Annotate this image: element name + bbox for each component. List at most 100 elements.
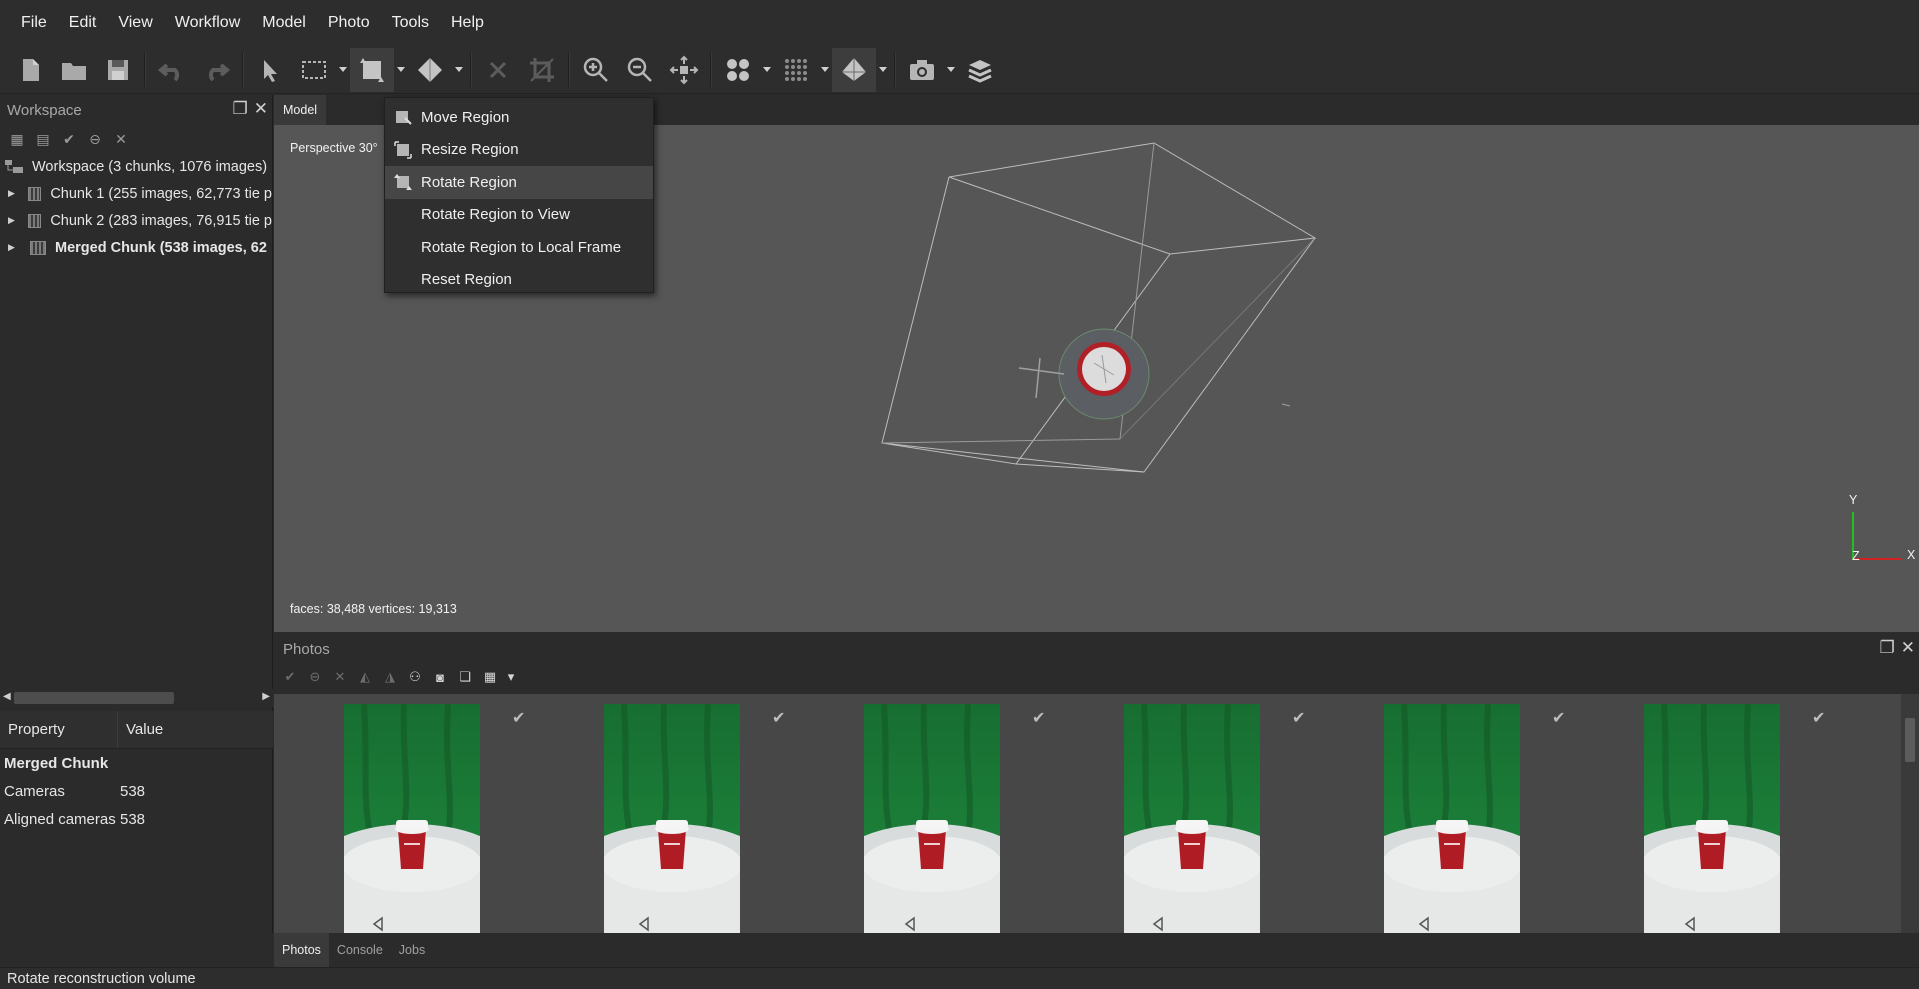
tab-console[interactable]: Console xyxy=(329,933,391,967)
menu-file[interactable]: File xyxy=(10,14,58,32)
selection-dropdown-arrow[interactable] xyxy=(336,48,350,92)
scrollbar-thumb[interactable] xyxy=(1905,718,1915,762)
value-column-header[interactable]: Value xyxy=(118,721,163,738)
expand-arrow-icon[interactable]: ▶ xyxy=(8,215,18,226)
rectangle-selection-icon[interactable] xyxy=(292,48,336,92)
transform-dropdown-arrow[interactable] xyxy=(452,48,466,92)
disable-cameras-icon[interactable]: ⊖ xyxy=(307,669,323,685)
menu-item-reset-region[interactable]: Reset Region xyxy=(385,264,653,297)
scroll-right-arrow-icon[interactable]: ▶ xyxy=(262,691,270,702)
menu-edit[interactable]: Edit xyxy=(58,14,108,32)
menu-view[interactable]: View xyxy=(107,14,163,32)
dense-cloud-icon[interactable] xyxy=(774,48,818,92)
property-column-header[interactable]: Property xyxy=(0,711,118,748)
photos-toolbar: ✔ ⊖ ✕ ◭ ◮ ⚇ ◙ ❏ ▦ ▾ xyxy=(274,664,1919,690)
camera-enabled-check-icon: ✔ xyxy=(1552,710,1566,727)
menu-item-resize-region[interactable]: Resize Region xyxy=(385,134,653,167)
model-shaded-icon[interactable] xyxy=(832,47,876,92)
chunk-label: Merged Chunk (538 images, 62 xyxy=(55,239,267,256)
camera-enabled-check-icon: ✔ xyxy=(512,710,526,727)
expand-arrow-icon[interactable]: ▶ xyxy=(8,242,20,253)
tree-chunk-1[interactable]: ▶ Chunk 1 (255 images, 62,773 tie p xyxy=(0,180,272,207)
photo-thumbnail[interactable] xyxy=(1384,704,1520,933)
expand-arrow-icon[interactable]: ▶ xyxy=(8,188,18,199)
undock-icon[interactable]: ❐ xyxy=(1880,638,1895,658)
zoom-in-icon[interactable] xyxy=(574,48,618,92)
region-dropdown-arrow[interactable] xyxy=(394,48,408,92)
undock-icon[interactable]: ❐ xyxy=(233,99,248,119)
menu-item-rotate-region-to-view[interactable]: Rotate Region to View xyxy=(385,199,653,232)
chunk-icon xyxy=(27,213,42,228)
select-pointer-icon[interactable] xyxy=(248,48,292,92)
tab-photos[interactable]: Photos xyxy=(274,933,329,967)
camera-dropdown-arrow[interactable] xyxy=(944,48,958,92)
point-cloud-dropdown-arrow[interactable] xyxy=(760,48,774,92)
camera-enabled-check-icon: ✔ xyxy=(1032,710,1046,727)
view-mode-icon[interactable]: ▦ xyxy=(482,669,498,685)
dense-cloud-dropdown-arrow[interactable] xyxy=(818,48,832,92)
redo-icon[interactable] xyxy=(194,48,238,92)
layers-icon[interactable] xyxy=(958,48,1002,92)
rotate-left-icon[interactable]: ◭ xyxy=(357,669,373,685)
photos-vertical-scrollbar[interactable] xyxy=(1901,694,1919,933)
workspace-toolbar: ▦ ▤ ✔ ⊖ ✕ xyxy=(0,125,272,153)
object-transform-icon[interactable] xyxy=(408,48,452,92)
tree-merged-chunk[interactable]: ▶ Merged Chunk (538 images, 62 xyxy=(0,234,272,261)
add-chunk-icon[interactable]: ▦ xyxy=(8,130,26,148)
camera-enabled-check-icon: ✔ xyxy=(1292,710,1306,727)
workspace-horizontal-scrollbar[interactable]: ◀ ▶ xyxy=(0,689,273,707)
toolbar-separator xyxy=(568,52,570,87)
filter-by-point-icon[interactable]: ⚇ xyxy=(407,669,423,685)
new-document-icon[interactable] xyxy=(8,48,52,92)
menu-workflow[interactable]: Workflow xyxy=(164,14,252,32)
photo-thumbnail[interactable] xyxy=(604,704,740,933)
crop-selection-icon[interactable] xyxy=(520,48,564,92)
menu-model[interactable]: Model xyxy=(251,14,317,32)
photos-title-label: Photos xyxy=(283,640,330,658)
close-panel-icon[interactable]: ✕ xyxy=(1901,638,1915,658)
model-dropdown-arrow[interactable] xyxy=(876,48,890,92)
status-bar: Rotate reconstruction volume xyxy=(0,967,1919,989)
scroll-left-arrow-icon[interactable]: ◀ xyxy=(3,691,11,702)
close-panel-icon[interactable]: ✕ xyxy=(254,99,268,119)
photo-thumbnail[interactable] xyxy=(1644,704,1780,933)
rotate-region-icon xyxy=(393,173,413,191)
mask-icon[interactable]: ◙ xyxy=(432,669,448,685)
tree-root-workspace[interactable]: Workspace (3 chunks, 1076 images) xyxy=(0,153,272,180)
camera-icon[interactable] xyxy=(900,48,944,92)
open-folder-icon[interactable] xyxy=(52,48,96,92)
menu-photo[interactable]: Photo xyxy=(317,14,381,32)
axis-z-label: Z xyxy=(1852,549,1860,563)
remove-cameras-icon[interactable]: ✕ xyxy=(332,669,348,685)
menu-item-move-region[interactable]: Move Region xyxy=(385,101,653,134)
delete-selection-icon[interactable] xyxy=(476,48,520,92)
point-cloud-icon[interactable] xyxy=(716,48,760,92)
menu-tools[interactable]: Tools xyxy=(381,14,440,32)
save-icon[interactable] xyxy=(96,48,140,92)
tab-model[interactable]: Model xyxy=(274,95,326,125)
add-photos-icon[interactable]: ▤ xyxy=(34,130,52,148)
zoom-out-icon[interactable] xyxy=(618,48,662,92)
menu-item-rotate-region[interactable]: Rotate Region xyxy=(385,166,653,199)
reset-view-icon[interactable] xyxy=(662,48,706,92)
photo-thumbnail[interactable] xyxy=(344,704,480,933)
scrollbar-thumb[interactable] xyxy=(14,692,174,704)
menu-item-rotate-region-to-local-frame[interactable]: Rotate Region to Local Frame xyxy=(385,231,653,264)
undo-icon[interactable] xyxy=(150,48,194,92)
disable-icon[interactable]: ⊖ xyxy=(86,130,104,148)
photo-thumbnail[interactable] xyxy=(1124,704,1260,933)
tab-jobs[interactable]: Jobs xyxy=(391,933,433,967)
region-dropdown-menu: Move Region Resize Region Rotate Region … xyxy=(384,97,654,293)
view-mode-dropdown-icon[interactable]: ▾ xyxy=(507,669,515,685)
region-tool-icon[interactable] xyxy=(350,47,394,92)
remove-icon[interactable]: ✕ xyxy=(112,130,130,148)
menu-help[interactable]: Help xyxy=(440,14,495,32)
enable-icon[interactable]: ✔ xyxy=(60,130,78,148)
photo-thumbnail[interactable] xyxy=(864,704,1000,933)
tree-chunk-2[interactable]: ▶ Chunk 2 (283 images, 76,915 tie p xyxy=(0,207,272,234)
image-overlay-icon[interactable]: ❏ xyxy=(457,669,473,685)
enable-cameras-icon[interactable]: ✔ xyxy=(282,669,298,685)
workspace-tree: Workspace (3 chunks, 1076 images) ▶ Chun… xyxy=(0,153,272,261)
main-toolbar xyxy=(0,46,1919,94)
rotate-right-icon[interactable]: ◮ xyxy=(382,669,398,685)
